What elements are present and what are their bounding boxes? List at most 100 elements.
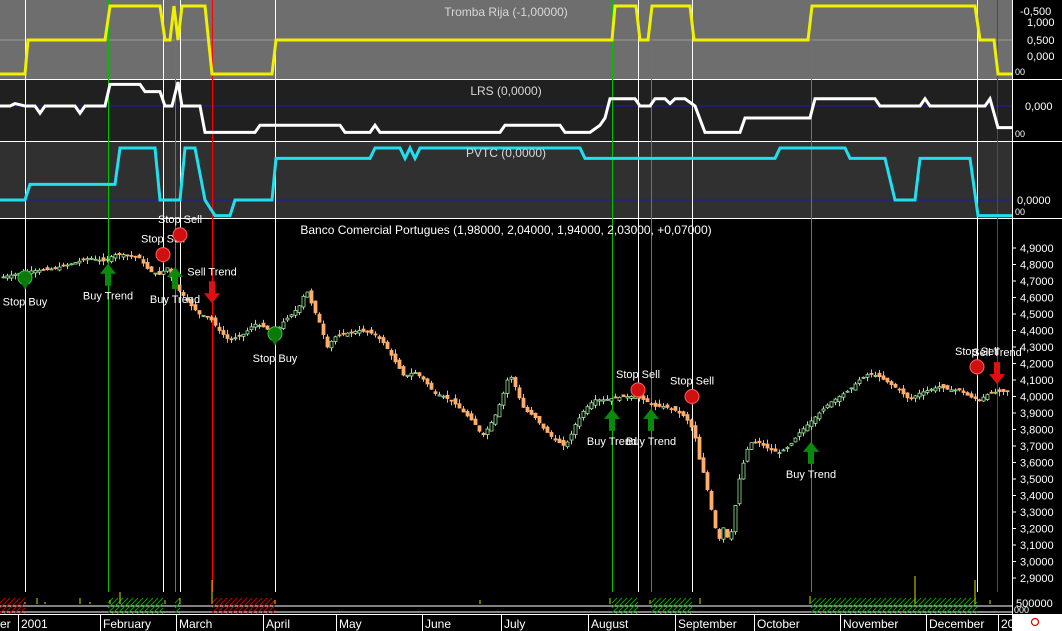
candle-body bbox=[849, 387, 854, 390]
candle-body bbox=[133, 255, 138, 258]
candle-body bbox=[597, 399, 602, 402]
candle-body bbox=[653, 402, 658, 407]
candle-body bbox=[817, 412, 822, 420]
candle-body bbox=[917, 392, 922, 398]
candle-body bbox=[553, 438, 558, 441]
candle-body bbox=[725, 529, 730, 538]
candle-body bbox=[981, 396, 986, 402]
candle-body bbox=[905, 392, 910, 399]
date-label: June bbox=[425, 617, 451, 631]
signal-label: Stop Sell bbox=[670, 376, 714, 388]
candle-body bbox=[433, 391, 438, 394]
candle-body bbox=[973, 396, 978, 399]
candle-body bbox=[745, 448, 750, 462]
signal-label: Stop Buy bbox=[3, 297, 48, 309]
candle-body bbox=[933, 387, 938, 392]
candle-body bbox=[873, 374, 878, 377]
stop-sell-icon bbox=[630, 382, 646, 398]
tromba-title: Tromba Rija (-1,00000) bbox=[444, 5, 568, 19]
candle-body bbox=[113, 254, 118, 259]
date-label: April bbox=[266, 617, 290, 631]
candle-body bbox=[949, 389, 954, 393]
candle-body bbox=[837, 396, 842, 402]
lrs-corner: 00 bbox=[1015, 129, 1025, 139]
candle-body bbox=[789, 442, 794, 446]
candle-body bbox=[729, 531, 734, 540]
price-tick-label: 3,3000 bbox=[1020, 507, 1054, 519]
candle-body bbox=[229, 338, 234, 341]
candle-body bbox=[797, 432, 802, 437]
candle-body bbox=[689, 419, 694, 428]
candle-body bbox=[593, 399, 598, 406]
candle-body bbox=[549, 432, 554, 437]
candle-body bbox=[441, 395, 446, 398]
stop-buy-icon bbox=[267, 326, 283, 342]
scroll-corner[interactable] bbox=[1012, 614, 1062, 631]
candle-body bbox=[613, 396, 618, 399]
candle-body bbox=[393, 353, 398, 363]
price-tick-label: 3,4000 bbox=[1020, 491, 1054, 503]
date-label: er bbox=[0, 617, 11, 631]
signal-label: Buy Trend bbox=[83, 291, 133, 303]
date-axis: er 2001 February March April May June July Augus… bbox=[0, 614, 1015, 631]
candle-body bbox=[865, 374, 870, 378]
candle-body bbox=[361, 328, 366, 332]
candle-body bbox=[893, 383, 898, 388]
candle-body bbox=[365, 330, 370, 333]
price-tick-label: 4,6000 bbox=[1020, 293, 1054, 305]
candle-body bbox=[465, 410, 470, 417]
candle-body bbox=[177, 284, 182, 291]
candle-body bbox=[53, 267, 58, 270]
price-tick-label: 3,6000 bbox=[1020, 458, 1054, 470]
candle-body bbox=[765, 443, 770, 449]
candle-body bbox=[81, 258, 86, 261]
tromba-tick-1: 1,000 bbox=[1027, 17, 1055, 29]
candle-body bbox=[829, 401, 834, 408]
price-tick-label: 4,0000 bbox=[1020, 392, 1054, 404]
candle-body bbox=[885, 377, 890, 383]
candle-body bbox=[9, 274, 14, 279]
candle-body bbox=[757, 440, 762, 444]
candle-body bbox=[317, 313, 322, 323]
signal-label: Stop Buy bbox=[253, 353, 298, 365]
price-tick-label: 3,9000 bbox=[1020, 408, 1054, 420]
candle-body bbox=[937, 386, 942, 389]
candle-body bbox=[901, 388, 906, 395]
chart-canvas[interactable]: Stop Buy Buy Trend Stop Sell Buy Trend Stop … bbox=[0, 0, 1062, 631]
candle-body bbox=[1001, 389, 1006, 392]
candle-body bbox=[325, 336, 330, 348]
candle-body bbox=[425, 378, 430, 385]
candle-body bbox=[573, 424, 578, 435]
candle-body bbox=[585, 406, 590, 414]
candle-body bbox=[909, 397, 914, 400]
candle-body bbox=[677, 410, 682, 414]
candle-body bbox=[609, 398, 614, 402]
candle-body bbox=[869, 373, 874, 375]
candle-body bbox=[153, 272, 158, 275]
candle-body bbox=[845, 390, 850, 393]
candle-body bbox=[773, 448, 778, 452]
candle-body bbox=[73, 262, 78, 265]
pvtc-tick-zero: 0,0000 bbox=[1017, 195, 1051, 207]
price-tick-label: 4,5000 bbox=[1020, 309, 1054, 321]
candle-body bbox=[977, 399, 982, 402]
signal-label: Buy Trend bbox=[786, 469, 836, 481]
candle-body bbox=[301, 295, 306, 308]
candle-body bbox=[289, 314, 294, 317]
candle-body bbox=[77, 260, 82, 264]
candle-body bbox=[897, 388, 902, 391]
candle-body bbox=[5, 275, 10, 279]
candle-body bbox=[945, 385, 950, 390]
candle-body bbox=[857, 379, 862, 384]
price-tick-label: 3,5000 bbox=[1020, 474, 1054, 486]
signal-bands bbox=[0, 592, 1012, 615]
candle-body bbox=[37, 269, 42, 273]
candle-body bbox=[777, 452, 782, 455]
band-bg bbox=[0, 592, 1012, 614]
candle-body bbox=[225, 334, 230, 339]
candle-body bbox=[617, 396, 622, 401]
candle-body bbox=[665, 404, 670, 408]
candle-body bbox=[957, 388, 962, 391]
candle-body bbox=[953, 389, 958, 392]
candle-body bbox=[313, 300, 318, 314]
